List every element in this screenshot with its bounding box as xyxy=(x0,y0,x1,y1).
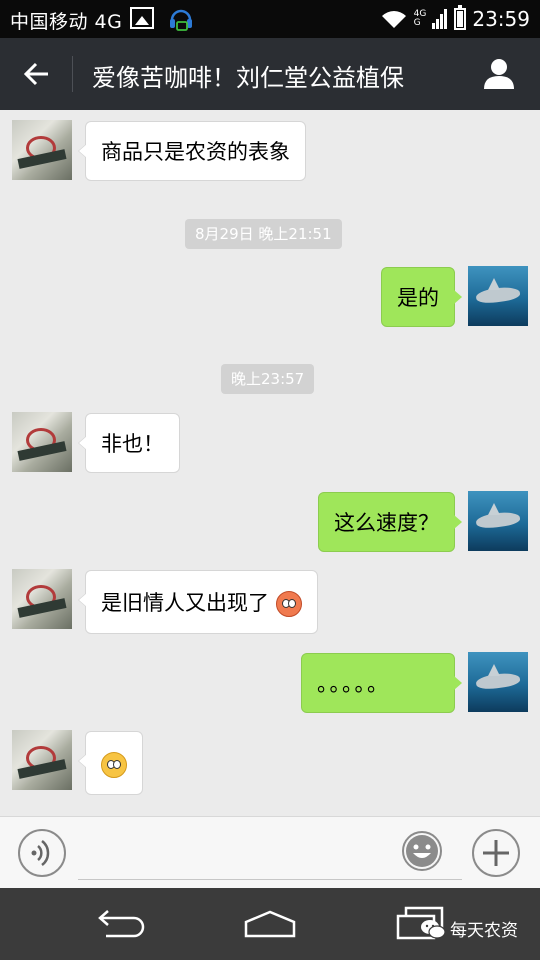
nav-home-icon[interactable] xyxy=(242,908,298,940)
plus-icon xyxy=(483,840,509,866)
sender-avatar[interactable] xyxy=(12,730,72,790)
message-incoming xyxy=(0,730,540,796)
message-incoming: 是旧情人又出现了 xyxy=(0,569,540,635)
signal-icon xyxy=(432,9,448,29)
watermark-text: 每天农资 xyxy=(450,921,518,941)
network-indicator: 4G G xyxy=(414,10,427,28)
message-outgoing: 。。。。。 xyxy=(0,652,540,714)
watermark: 每天农资 xyxy=(420,916,518,941)
sender-avatar[interactable] xyxy=(12,412,72,472)
chat-title: 爱像苦咖啡！刘仁堂公益植保 xyxy=(92,64,404,92)
voice-input-button[interactable] xyxy=(18,829,66,877)
smiley-icon xyxy=(406,835,438,867)
message-outgoing: 这么速度？ xyxy=(0,491,540,553)
message-text: 是旧情人又出现了 xyxy=(101,591,269,615)
sender-avatar[interactable] xyxy=(12,569,72,629)
chat-header: 爱像苦咖啡！刘仁堂公益植保 xyxy=(0,38,540,110)
back-arrow-icon[interactable] xyxy=(20,58,52,90)
sender-avatar[interactable] xyxy=(12,120,72,180)
message-bubble[interactable]: 是的 xyxy=(381,267,462,327)
timestamp: 8月29日 晚上21:51 xyxy=(185,219,342,249)
message-bubble[interactable]: 。。。。。 xyxy=(301,653,462,713)
flushed-face-icon xyxy=(275,591,302,617)
message-bubble[interactable]: 这么速度？ xyxy=(318,492,462,552)
wifi-icon xyxy=(381,11,406,28)
rolling-eyes-face-icon xyxy=(101,752,127,778)
message-outgoing: 是的 xyxy=(0,266,540,328)
voice-icon xyxy=(31,840,50,866)
clock-label: 23:59 xyxy=(472,7,530,31)
message-bubble[interactable]: 是旧情人又出现了 xyxy=(78,570,318,634)
message-bubble[interactable]: 非也！ xyxy=(78,413,180,473)
carrier-label: 中国移动 4G xyxy=(10,11,123,33)
message-bubble[interactable]: 商品只是农资的表象 xyxy=(78,121,306,181)
network-type-bottom: G xyxy=(413,18,421,28)
more-actions-button[interactable] xyxy=(472,829,520,877)
nav-back-icon[interactable] xyxy=(92,908,148,940)
message-incoming: 商品只是农资的表象 xyxy=(0,120,540,182)
message-incoming: 非也！ xyxy=(0,412,540,474)
self-avatar[interactable] xyxy=(468,652,528,712)
timestamp: 晚上23:57 xyxy=(221,364,315,394)
status-bar: 中国移动 4G 4G G 23:59 xyxy=(0,0,540,38)
image-notification-icon xyxy=(130,7,154,29)
input-bar xyxy=(0,816,540,889)
header-divider xyxy=(72,56,73,92)
status-right-group: 4G G 23:59 xyxy=(380,5,530,33)
self-avatar[interactable] xyxy=(468,491,528,551)
system-nav-bar: 每天农资 xyxy=(0,888,540,960)
message-list[interactable]: 商品只是农资的表象 8月29日 晚上21:51 是的 晚上23:57 非也！ 这… xyxy=(0,110,540,816)
wechat-logo-icon xyxy=(421,919,446,939)
message-bubble[interactable] xyxy=(78,731,143,795)
contact-profile-icon[interactable] xyxy=(482,56,516,90)
self-avatar[interactable] xyxy=(468,266,528,326)
emoji-button[interactable] xyxy=(402,831,442,871)
headset-notification-icon xyxy=(170,9,192,31)
battery-icon xyxy=(454,5,467,30)
